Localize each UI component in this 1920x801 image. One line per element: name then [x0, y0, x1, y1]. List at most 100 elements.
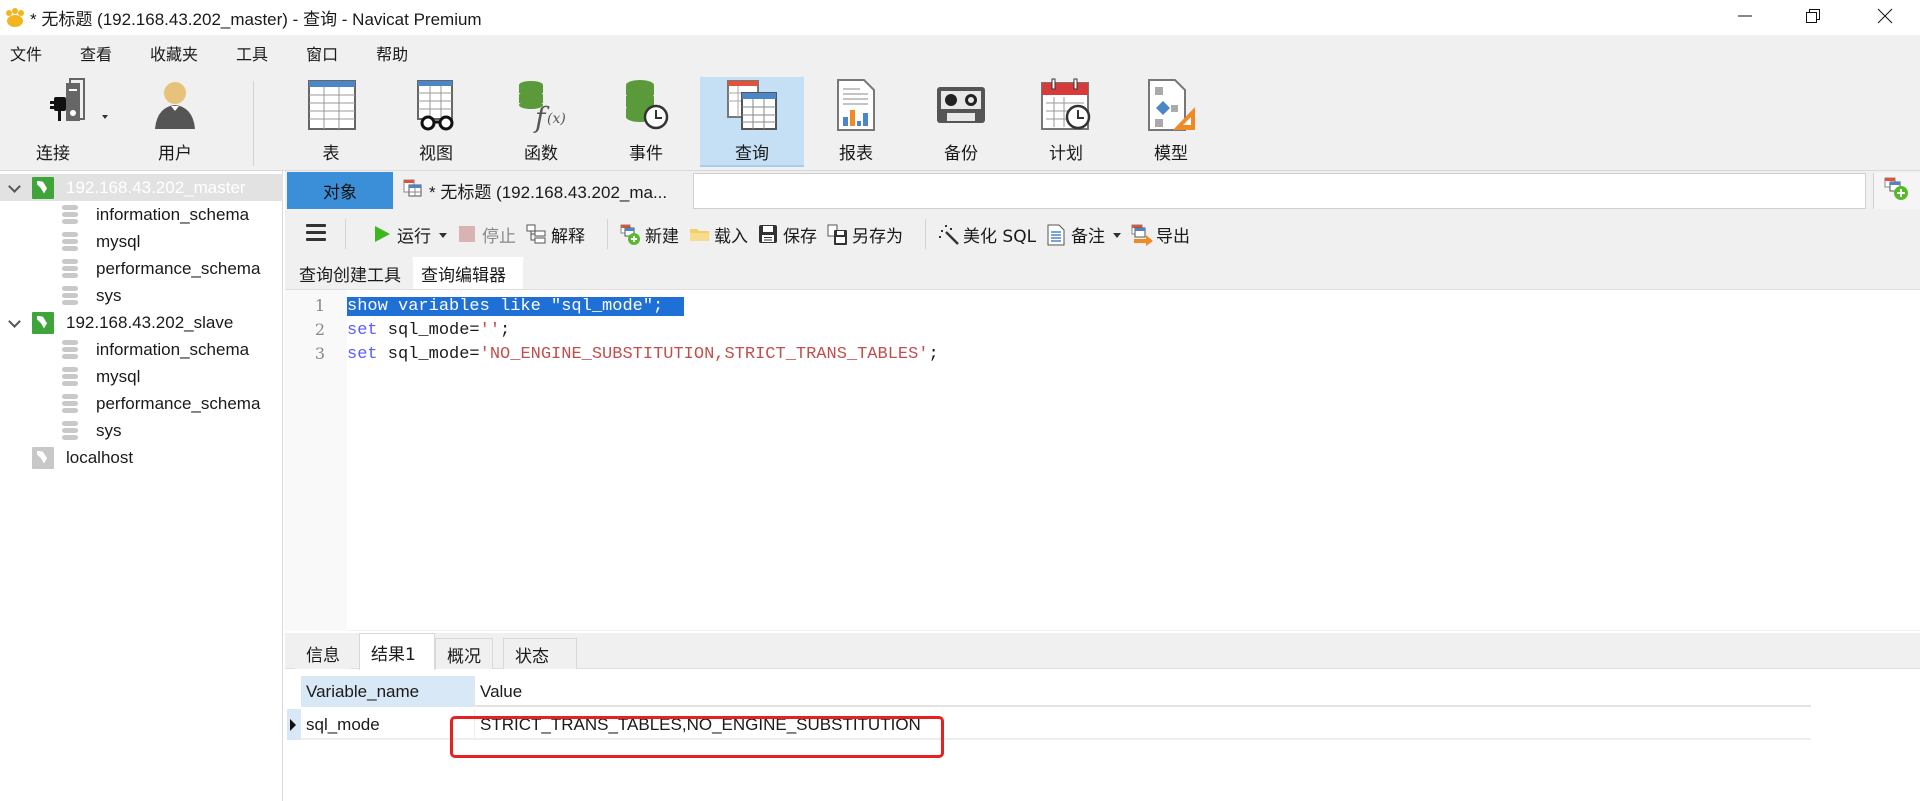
sql-string: '' [479, 321, 501, 340]
ribbon-query-label: 查询 [735, 144, 769, 164]
column-header-value[interactable]: Value [474, 676, 1811, 707]
close-button[interactable] [1856, 0, 1914, 35]
connection-name: 192.168.43.202_slave [66, 312, 234, 332]
tree-database[interactable]: sys [62, 282, 122, 309]
mysql-connection-icon [32, 311, 54, 334]
database-icon [62, 420, 78, 441]
column-header-variable-name[interactable]: Variable_name [301, 676, 474, 707]
ribbon-model-button[interactable]: 模型 [1128, 77, 1214, 167]
tree-connection-localhost[interactable]: localhost [32, 444, 133, 471]
comment-button[interactable]: 备注 [1046, 222, 1122, 247]
new-query-button[interactable]: 新建 [620, 222, 679, 247]
tree-connection-master[interactable]: 192.168.43.202_master [0, 174, 283, 201]
export-button[interactable]: 导出 [1131, 222, 1190, 247]
tab-status[interactable]: 状态 [503, 638, 577, 669]
restore-icon [1805, 8, 1821, 28]
chevron-down-icon[interactable] [8, 316, 22, 330]
ribbon-event-button[interactable]: 事件 [603, 77, 689, 167]
tree-database[interactable]: information_schema [62, 336, 249, 363]
database-name: performance_schema [96, 393, 261, 413]
tab-result-1[interactable]: 结果1 [359, 633, 435, 670]
query-tab-icon [403, 179, 423, 202]
code-line-2: set sql_mode=''; [347, 320, 510, 342]
chevron-down-icon[interactable] [8, 181, 22, 195]
ribbon-schedule-button[interactable]: 计划 [1023, 77, 1109, 167]
ribbon-model-label: 模型 [1154, 144, 1188, 164]
connection-name: 192.168.43.202_master [66, 177, 246, 197]
tree-database[interactable]: information_schema [62, 201, 249, 228]
ribbon-report-button[interactable]: 报表 [813, 77, 899, 167]
run-dropdown-icon[interactable] [439, 224, 447, 244]
menu-help[interactable]: 帮助 [368, 41, 416, 65]
tree-database[interactable]: sys [62, 417, 122, 444]
explain-icon [526, 224, 546, 244]
code-line-1: show variables like "sql_mode"; [347, 296, 684, 318]
ribbon-user-button[interactable]: 用户 [132, 77, 218, 167]
menu-favorites[interactable]: 收藏夹 [142, 41, 206, 65]
code-line-3: set sql_mode='NO_ENGINE_SUBSTITUTION,STR… [347, 344, 939, 366]
tree-database[interactable]: performance_schema [62, 255, 260, 282]
tab-query[interactable]: * 无标题 (192.168.43.202_ma... [393, 172, 675, 209]
menu-window[interactable]: 窗口 [298, 41, 346, 65]
ribbon-event-label: 事件 [629, 144, 663, 164]
ribbon-connection-button[interactable]: 连接 [18, 77, 118, 167]
ribbon-table-button[interactable]: 表 [288, 77, 374, 167]
save-as-icon [827, 224, 847, 245]
explain-button[interactable]: 解释 [526, 222, 585, 247]
tab-bar-empty-area [693, 173, 1866, 209]
sql-keyword: set [347, 345, 378, 364]
toolbar-separator [925, 219, 926, 249]
save-button[interactable]: 保存 [758, 222, 817, 247]
tab-objects[interactable]: 对象 [287, 172, 393, 209]
comment-icon [1046, 224, 1066, 246]
tab-info[interactable]: 信息 [295, 638, 351, 669]
code-area[interactable]: show variables like "sql_mode"; set sql_… [347, 290, 939, 385]
query-icon [724, 77, 780, 133]
report-icon [828, 77, 884, 133]
ribbon-function-button[interactable]: f (x) 函数 [498, 77, 584, 167]
new-query-tab-button[interactable] [1873, 173, 1920, 209]
connection-tree: 192.168.43.202_master information_schema… [0, 171, 283, 801]
tree-database[interactable]: mysql [62, 363, 140, 390]
comment-dropdown-icon[interactable] [1113, 224, 1122, 244]
beautify-sql-button[interactable]: 美化 SQL [938, 222, 1036, 247]
sql-editor[interactable]: 1 2 3 show variables like "sql_mode"; se… [285, 289, 1920, 631]
query-tab-label: * 无标题 (192.168.43.202_ma... [429, 183, 668, 202]
database-icon [62, 204, 78, 225]
menu-tools[interactable]: 工具 [228, 41, 276, 65]
save-as-button[interactable]: 另存为 [827, 222, 903, 247]
menu-view[interactable]: 查看 [72, 41, 120, 65]
tree-database[interactable]: performance_schema [62, 390, 260, 417]
tree-connection-slave[interactable]: 192.168.43.202_slave [0, 309, 233, 336]
database-name: performance_schema [96, 258, 261, 278]
table-icon [303, 77, 359, 133]
cell-variable-name[interactable]: sql_mode [301, 709, 474, 740]
query-toolbar: 运行 停止 解释 新建 载入 保存 另存为 美化 SQL 备注 导出 [285, 215, 1920, 253]
play-icon [372, 224, 392, 244]
stop-button[interactable]: 停止 [457, 222, 516, 247]
ribbon-backup-button[interactable]: 备份 [918, 77, 1004, 167]
menu-hamburger-button[interactable] [305, 222, 327, 247]
new-label: 新建 [645, 226, 679, 247]
database-name: mysql [96, 231, 141, 251]
ribbon-connection-label: 连接 [36, 144, 70, 164]
database-icon [62, 393, 78, 414]
explain-label: 解释 [551, 226, 585, 247]
tab-query-editor[interactable]: 查询编辑器 [413, 257, 523, 289]
ribbon-query-button[interactable]: 查询 [700, 77, 804, 167]
run-button[interactable]: 运行 [372, 222, 447, 247]
tab-query-builder[interactable]: 查询创建工具 [285, 257, 409, 289]
mysql-connection-icon [32, 176, 54, 199]
row-indicator-icon [287, 709, 301, 740]
menu-file[interactable]: 文件 [0, 41, 50, 65]
annotation-highlight-box [450, 716, 944, 758]
title-bar: * 无标题 (192.168.43.202_master) - 查询 - Nav… [0, 0, 1920, 35]
load-button[interactable]: 载入 [689, 222, 748, 247]
minimize-button[interactable] [1716, 0, 1774, 35]
run-label: 运行 [397, 226, 431, 247]
main-panel: 对象 * 无标题 (192.168.43.202_ma... 运行 停止 解释 … [285, 171, 1920, 801]
tab-profile[interactable]: 概况 [435, 638, 493, 669]
tree-database[interactable]: mysql [62, 228, 140, 255]
ribbon-view-button[interactable]: 视图 [393, 77, 479, 167]
restore-button[interactable] [1784, 0, 1842, 35]
